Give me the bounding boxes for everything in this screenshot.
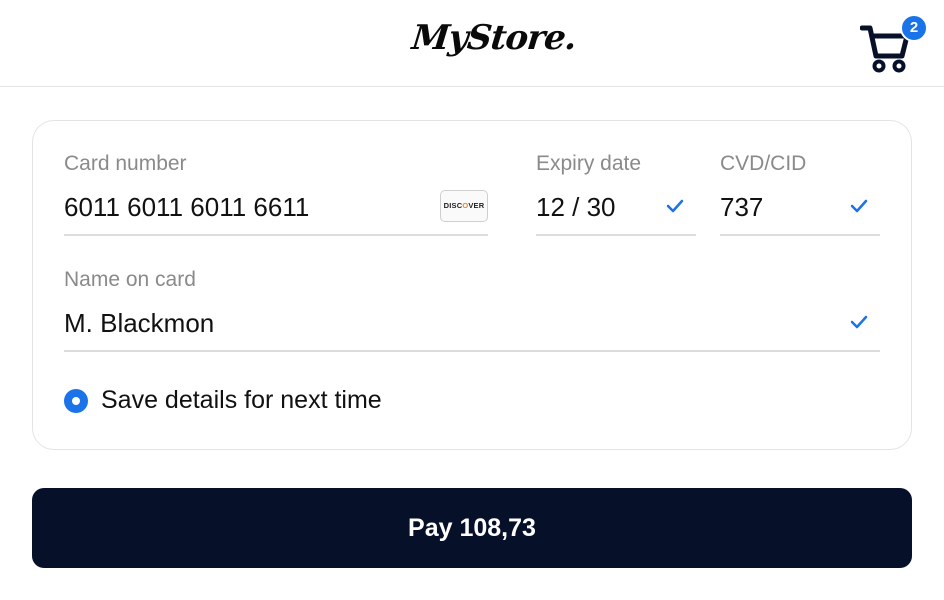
- cart-button[interactable]: 2: [860, 14, 928, 76]
- cart-count-badge: 2: [900, 14, 928, 42]
- checkmark-icon: [666, 199, 684, 213]
- checkmark-icon: [850, 315, 868, 329]
- checkmark-icon: [850, 199, 868, 213]
- name-on-card-label: Name on card: [64, 268, 196, 291]
- cvd-cid-field[interactable]: CVD/CID 737: [720, 152, 880, 236]
- expiry-date-field[interactable]: Expiry date 12 / 30: [536, 152, 696, 236]
- card-number-field[interactable]: Card number 6011 6011 6011 6611 DISCOVER: [64, 152, 488, 236]
- card-number-input[interactable]: 6011 6011 6011 6611: [64, 192, 309, 223]
- store-logo[interactable]: MyStore.: [410, 18, 578, 58]
- expiry-date-input[interactable]: 12 / 30: [536, 192, 616, 223]
- expiry-date-underline: [536, 234, 696, 236]
- header: MyStore. 2: [0, 0, 944, 87]
- discover-card-icon: DISCOVER: [440, 190, 488, 222]
- expiry-date-label: Expiry date: [536, 152, 642, 175]
- cvd-cid-underline: [720, 234, 880, 236]
- name-on-card-underline: [64, 350, 880, 352]
- name-on-card-input[interactable]: M. Blackmon: [64, 308, 214, 339]
- card-number-label: Card number: [64, 152, 187, 175]
- cvd-cid-input[interactable]: 737: [720, 192, 763, 223]
- pay-button[interactable]: Pay 108,73: [32, 488, 912, 568]
- save-details-radio[interactable]: [64, 389, 88, 413]
- name-on-card-field[interactable]: Name on card M. Blackmon: [64, 268, 880, 352]
- save-details-label: Save details for next time: [101, 386, 382, 414]
- cvd-cid-label: CVD/CID: [720, 152, 807, 175]
- card-number-underline: [64, 234, 488, 236]
